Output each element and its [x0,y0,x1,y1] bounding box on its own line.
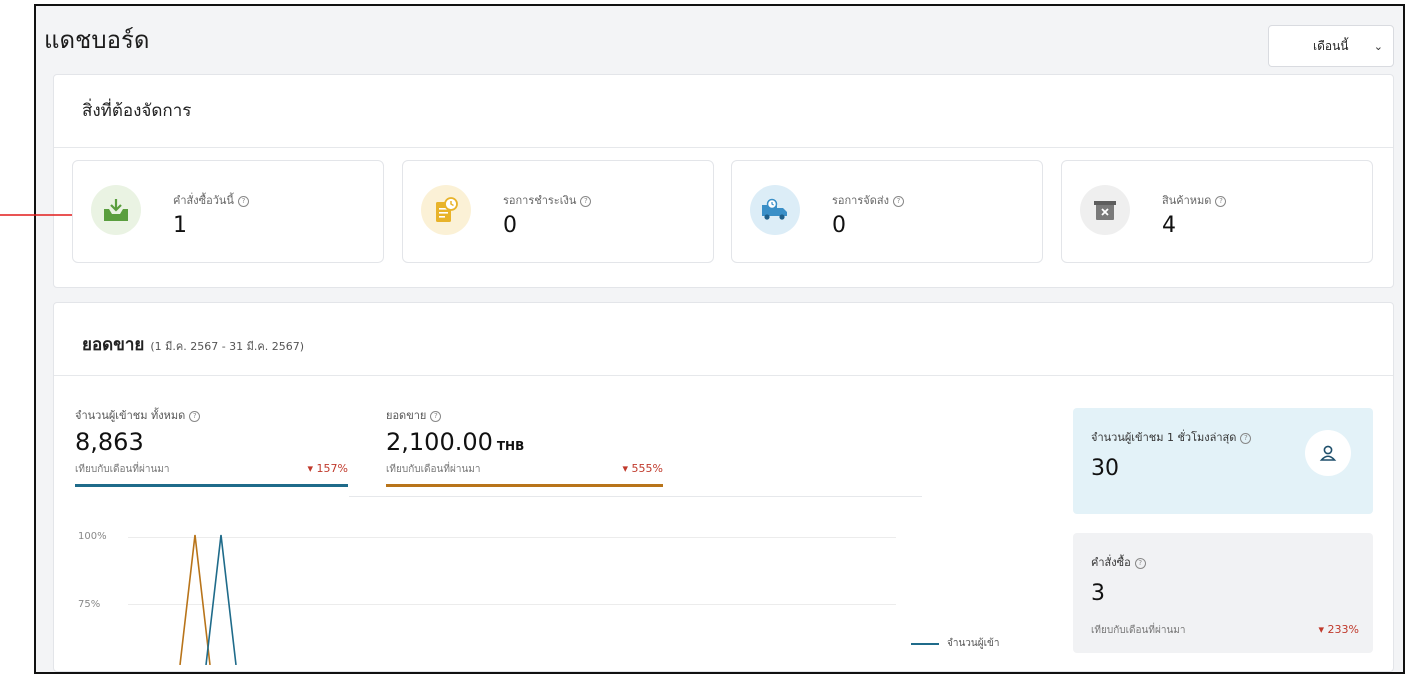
recent-visitors-card: จำนวนผู้เข้าชม 1 ชั่วโมงล่าสุด? 30 [1073,408,1373,514]
page-title: แดชบอร์ด [44,26,150,54]
metric-label: ยอดขาย? [386,406,663,424]
side-card-value: 3 [1091,581,1105,606]
todo-title: สิ่งที่ต้องจัดการ [82,101,192,121]
metric-compare: เทียบกับเดือนที่ผ่านมา ▾ 157% [75,462,348,475]
delta-badge: ▾ 555% [622,462,663,475]
metric-sales[interactable]: ยอดขาย? 2,100.00 THB เทียบกับเดือนที่ผ่าน… [386,406,663,487]
metric-label: จำนวนผู้เข้าชม ทั้งหมด? [75,406,348,424]
tile-value: 0 [503,213,517,238]
legend-swatch [911,642,939,645]
period-select[interactable]: เดือนนี้ ⌄ [1268,25,1394,67]
tile-label: รอการชำระเงิน? [503,191,592,209]
currency-unit: THB [496,439,525,453]
empty-box-icon [1080,185,1130,235]
tile-value: 1 [173,213,187,238]
todo-tile-awaiting-shipment[interactable]: รอการจัดส่ง? 0 [731,160,1043,263]
todo-tile-out-of-stock[interactable]: สินค้าหมด? 4 [1061,160,1373,263]
orders-card: คำสั่งซื้อ? 3 เทียบกับเดือนที่ผ่านมา ▾ 23… [1073,533,1373,653]
tile-label: คำสั่งซื้อวันนี้? [173,191,249,209]
legend-label: จำนวนผู้เข้า [947,638,1000,649]
help-icon: ? [580,196,592,207]
todo-tile-awaiting-payment[interactable]: รอการชำระเงิน? 0 [402,160,714,263]
metric-value: 8,863 [75,428,144,456]
help-icon: ? [892,196,904,207]
tile-value: 0 [832,213,846,238]
sales-line-chart [179,534,237,665]
delta-badge: ▾ 233% [1318,623,1359,636]
help-icon: ? [189,411,201,422]
delta-badge: ▾ 157% [307,462,348,475]
chevron-down-icon: ⌄ [1373,39,1383,53]
metric-visitors[interactable]: จำนวนผู้เข้าชม ทั้งหมด? 8,863 เทียบกับเด… [75,406,348,487]
visitors-series-line [205,534,237,665]
metric-value: 2,100.00 THB [386,428,525,456]
inbox-download-icon [91,185,141,235]
side-card-value: 30 [1091,456,1119,481]
chart-legend[interactable]: จำนวนผู้เข้า [911,636,1000,651]
invoice-clock-icon [421,185,471,235]
delivery-truck-icon [750,185,800,235]
period-select-value: เดือนนี้ [1313,38,1349,53]
metric-underline [75,484,348,487]
tile-label: สินค้าหมด? [1162,191,1227,209]
chart-divider [349,496,922,497]
axis-tick-label: 100% [78,531,107,542]
help-icon: ? [1240,433,1252,444]
user-icon [1305,430,1351,476]
todo-tile-orders-today[interactable]: คำสั่งซื้อวันนี้? 1 [72,160,384,263]
metric-compare: เทียบกับเดือนที่ผ่านมา ▾ 555% [386,462,663,475]
sales-card-header: ยอดขาย (1 มี.ค. 2567 - 31 มี.ค. 2567) [54,303,1393,376]
side-card-compare: เทียบกับเดือนที่ผ่านมา ▾ 233% [1091,623,1359,636]
side-card-label: คำสั่งซื้อ? [1091,553,1146,571]
help-icon: ? [1134,558,1146,569]
sales-series-line [179,534,211,665]
tile-label: รอการจัดส่ง? [832,191,904,209]
axis-tick-label: 75% [78,599,101,610]
side-card-label: จำนวนผู้เข้าชม 1 ชั่วโมงล่าสุด? [1091,428,1252,446]
help-icon: ? [237,196,249,207]
sales-title: ยอดขาย (1 มี.ค. 2567 - 31 มี.ค. 2567) [82,335,305,355]
metric-underline [386,484,663,487]
sales-date-range: (1 มี.ค. 2567 - 31 มี.ค. 2567) [150,340,305,353]
help-icon: ? [430,411,442,422]
todo-card-header: สิ่งที่ต้องจัดการ [54,75,1393,148]
help-icon: ? [1215,196,1227,207]
tile-value: 4 [1162,213,1176,238]
